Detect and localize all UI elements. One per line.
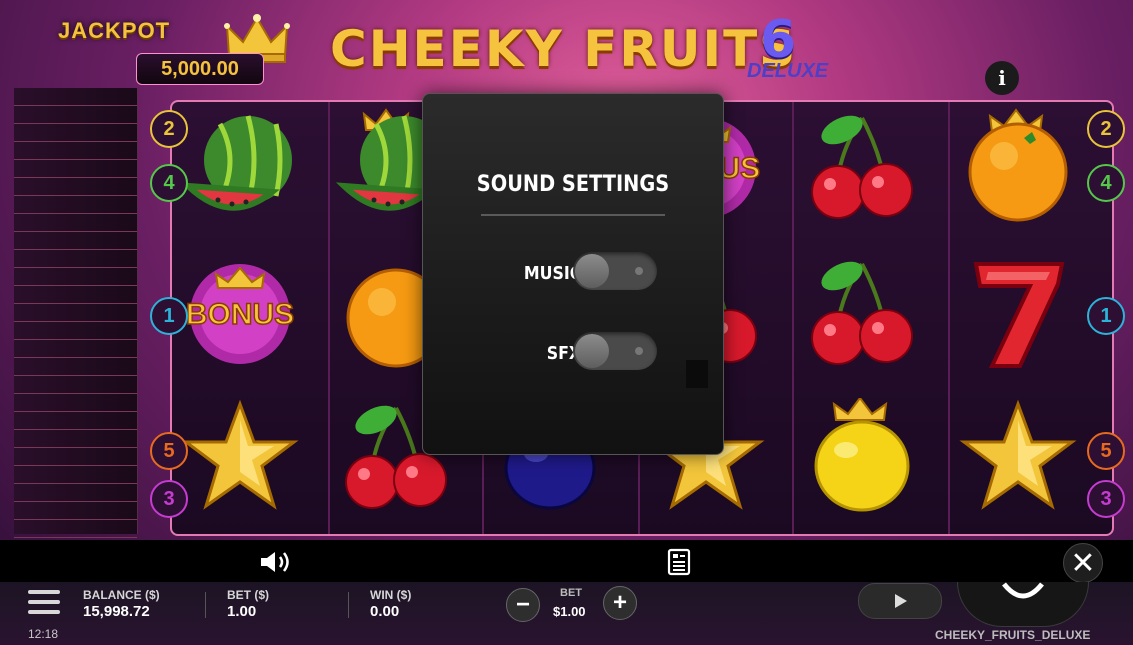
payline-indicator: 3 [150,480,188,518]
game-title: CHEEKY FRUITS [330,20,798,78]
ladder-row [14,178,137,196]
bonus-symbol: BONUS [180,254,300,374]
payline-indicator: 5 [1087,432,1125,470]
cherry-symbol [802,108,922,228]
cherry-symbol [802,254,922,374]
balance-value: 15,998.72 [83,603,150,620]
bet-box-value: $1.00 [553,604,586,619]
seven-symbol [958,254,1078,374]
sfx-toggle[interactable] [573,332,657,370]
svg-text:BONUS: BONUS [186,298,294,331]
game-screen: JACKPOT 5,000.00 CHEEKY FRUITS 6 DELUXE … [0,0,1133,645]
payline-indicator: 4 [150,164,188,202]
toggle-knob [575,254,609,288]
reel-divider [328,102,330,534]
balance-label: BALANCE ($) [83,588,160,602]
speaker-icon[interactable] [258,549,298,575]
ladder-row [14,502,137,520]
star-symbol [180,398,300,518]
ladder-row [14,88,137,106]
bet-value: 1.00 [227,603,257,620]
ladder-row [14,358,137,376]
ladder-row [14,214,137,232]
music-toggle[interactable] [573,252,657,290]
ladder-row [14,196,137,214]
ladder-row [14,412,137,430]
ladder-row [14,160,137,178]
ladder-row [14,394,137,412]
toggle-dot [635,347,643,355]
game-title-suffix: DELUXE [747,60,829,82]
spin-icon [1002,582,1044,599]
payline-indicator: 2 [150,110,188,148]
bet-label: BET ($) [227,588,269,602]
payline-indicator: 2 [1087,110,1125,148]
play-icon [895,594,907,608]
lemon-crowned-symbol [802,398,922,518]
divider [205,592,206,618]
watermelon-symbol [180,108,300,228]
decrease-bet-button[interactable]: − [506,588,540,622]
star-symbol [958,398,1078,518]
payline-indicator: 1 [150,297,188,335]
orange-crowned-symbol [958,108,1078,228]
ladder-row [14,250,137,268]
win-value: 0.00 [370,603,400,620]
ladder-row [14,448,137,466]
ladder-row [14,340,137,358]
toggle-knob [575,334,609,368]
bet-box-label: BET [560,587,582,599]
payline-indicator: 5 [150,432,188,470]
ladder-row [14,268,137,286]
ladder-row [14,430,137,448]
paytable-icon[interactable] [667,548,691,576]
reel-divider [948,102,950,534]
dialog-title: SOUND SETTINGS [476,172,670,197]
ladder-row [14,304,137,322]
ladder-row [14,142,137,160]
ladder-row [14,286,137,304]
jackpot-value: 5,000.00 [136,53,264,85]
divider [481,214,665,216]
game-id: CHEEKY_FRUITS_DELUXE [935,628,1091,642]
clock: 12:18 [28,627,59,641]
ladder-row [14,124,137,142]
win-label: WIN ($) [370,588,412,602]
close-button[interactable]: ✕ [1063,543,1103,583]
ladder-row [14,520,137,538]
info-button[interactable]: i [985,61,1019,95]
payline-indicator: 3 [1087,480,1125,518]
jackpot-label: JACKPOT [58,18,171,43]
close-icon: ✕ [1070,546,1096,580]
menu-icon[interactable] [28,590,60,616]
payline-indicator: 4 [1087,164,1125,202]
ladder-row [14,376,137,394]
jackpot-ladder [14,88,138,556]
autoplay-button[interactable] [858,583,942,619]
divider [348,592,349,618]
ladder-row [14,232,137,250]
ladder-row [14,484,137,502]
ladder-row [14,322,137,340]
reel-divider [792,102,794,534]
ladder-row [14,466,137,484]
payline-indicator: 1 [1087,297,1125,335]
overlay-artifact [686,360,708,388]
sound-settings-dialog: SOUND SETTINGS MUSIC SFX [422,93,724,455]
toggle-dot [635,267,643,275]
ladder-row [14,106,137,124]
settings-menubar [0,540,1133,582]
increase-bet-button[interactable]: + [603,586,637,620]
